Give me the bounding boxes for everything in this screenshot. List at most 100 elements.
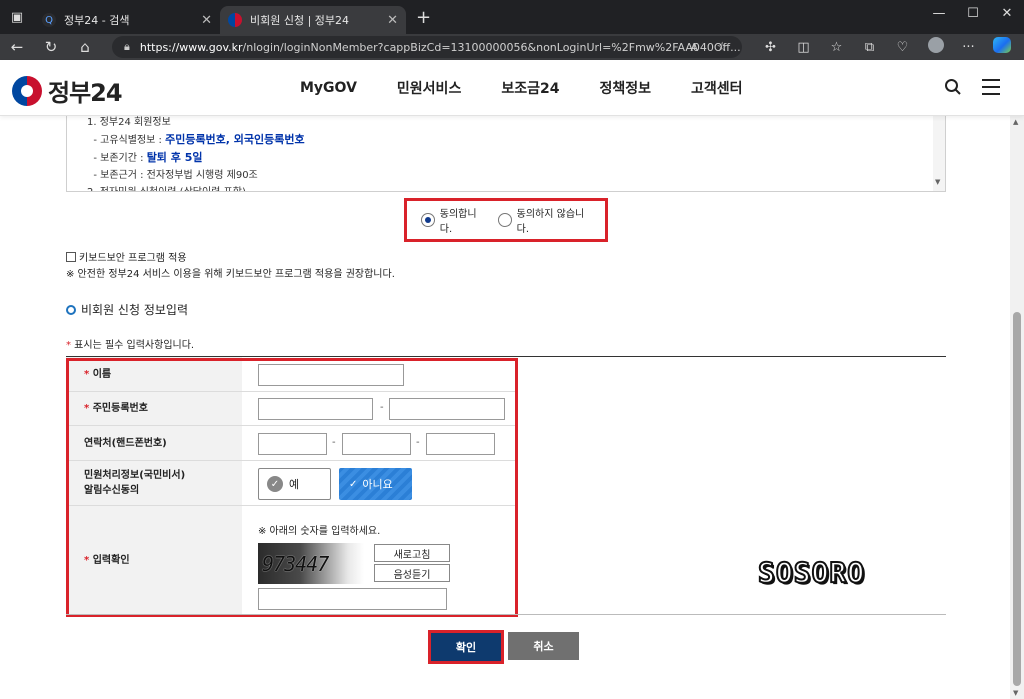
- name-label-text: 이름: [92, 368, 112, 380]
- home-icon[interactable]: ⌂: [68, 38, 102, 56]
- tab-title: 정부24 - 검색: [64, 14, 130, 27]
- nav-mygov[interactable]: MyGOV: [300, 80, 357, 96]
- read-aloud-icon[interactable]: A: [690, 41, 698, 54]
- terms-line: - 보존근거 : 전자정부법 시행령 제90조: [87, 167, 945, 184]
- captcha-cell: ※ 아래의 숫자를 입력하세요. 973447 새로고침 음성듣기: [242, 506, 516, 614]
- form-row-rrn: * 주민등록번호 -: [66, 392, 516, 426]
- captcha-digits: 973447: [262, 551, 329, 576]
- scroll-thumb[interactable]: [1013, 312, 1021, 686]
- name-cell: [242, 357, 516, 391]
- agree-label: 동의합니다.: [439, 209, 477, 235]
- tab-search[interactable]: Q 정부24 - 검색 ✕: [34, 6, 220, 34]
- nav-customer-center[interactable]: 고객센터: [691, 78, 743, 98]
- check-icon: ✓: [349, 478, 358, 490]
- browser-essentials-icon[interactable]: ♡: [886, 40, 919, 55]
- terms-line-prefix: - 보존기간 :: [93, 153, 147, 164]
- section-title-text: 비회원 신청 정보입력: [81, 303, 188, 317]
- toolbar-icons: ✣ ◫ ☆ ⧉ ♡ ···: [754, 34, 1018, 60]
- section-title: 비회원 신청 정보입력: [66, 301, 188, 318]
- collections-icon[interactable]: ⧉: [853, 40, 886, 55]
- copilot-icon[interactable]: [985, 37, 1018, 57]
- phone-part3-input[interactable]: [426, 433, 495, 455]
- notify-no-button[interactable]: ✓ 아니요: [339, 468, 412, 500]
- privacy-terms-box[interactable]: 1. 정부24 회원정보 - 고유식별정보 : 주민등록번호, 외국인등록번호 …: [66, 110, 946, 192]
- logo-text: 정부24: [48, 79, 123, 107]
- taegeuk-logo-icon: [12, 75, 42, 106]
- notify-yes-button[interactable]: ✓ 예: [258, 468, 331, 500]
- rrn-label: * 주민등록번호: [66, 392, 242, 425]
- url-host: https://www.gov.kr: [139, 40, 243, 54]
- terms-line: - 고유식별정보 : 주민등록번호, 외국인등록번호: [87, 131, 945, 149]
- new-tab-icon[interactable]: +: [416, 7, 431, 28]
- search-favicon-icon: Q: [42, 13, 56, 27]
- more-options-icon[interactable]: ···: [952, 40, 985, 55]
- close-tab-icon[interactable]: ✕: [387, 13, 398, 28]
- bullet-ring-icon: [66, 304, 76, 315]
- confirm-button[interactable]: 확인: [428, 630, 504, 664]
- terms-scrollbar[interactable]: [933, 111, 945, 191]
- nav-subsidy24[interactable]: 보조금24: [501, 78, 559, 98]
- tab-nonmember[interactable]: 비회원 신청 | 정부24 ✕: [220, 6, 406, 34]
- captcha-input[interactable]: [258, 588, 447, 610]
- form-row-name: * 이름: [66, 357, 516, 392]
- gov24-logo[interactable]: 정부24: [12, 73, 123, 108]
- close-window-icon[interactable]: ✕: [990, 0, 1024, 26]
- url-path: /nlogin/loginNonMember?cappBizCd=1310000…: [242, 40, 741, 54]
- terms-line-text: - 보존근거 : 전자정부법 시행령 제90조: [93, 170, 258, 181]
- maximize-icon[interactable]: ☐: [956, 0, 990, 26]
- terms-line: 1. 정부24 회원정보: [87, 117, 171, 128]
- nav-policy-info[interactable]: 정책정보: [599, 78, 651, 98]
- close-tab-icon[interactable]: ✕: [201, 13, 212, 28]
- name-input[interactable]: [258, 364, 404, 386]
- cancel-button[interactable]: 취소: [508, 632, 579, 660]
- keyboard-security-checkbox[interactable]: [66, 251, 76, 262]
- agree-option[interactable]: 동의합니다.: [421, 205, 488, 235]
- check-icon: ✓: [267, 476, 283, 492]
- extensions-icon[interactable]: ✣: [754, 40, 787, 55]
- refresh-icon[interactable]: ↻: [34, 38, 68, 56]
- phone-cell: - -: [242, 426, 516, 460]
- keyboard-security-option[interactable]: 키보드보안 프로그램 적용: [66, 249, 187, 264]
- phone-dash: -: [332, 437, 336, 448]
- terms-line-prefix: - 고유식별정보 :: [93, 135, 166, 146]
- window-controls: — ☐ ✕: [922, 0, 1024, 26]
- rrn-back-input[interactable]: [389, 398, 505, 420]
- rrn-front-input[interactable]: [258, 398, 373, 420]
- terms-line: - 보존기간 : 탈퇴 후 5일: [87, 149, 945, 167]
- consent-radio-group: 동의합니다. 동의하지 않습니다.: [404, 198, 608, 242]
- notify-cell: ✓ 예 ✓ 아니요: [242, 461, 516, 505]
- scroll-up-icon[interactable]: ▲: [1013, 118, 1018, 126]
- captcha-audio-button[interactable]: 음성듣기: [374, 564, 450, 582]
- rrn-cell: -: [242, 392, 516, 425]
- keyboard-security-note: ※ 안전한 정부24 서비스 이용을 위해 키보드보안 프로그램 적용을 권장합…: [66, 269, 395, 280]
- split-screen-icon[interactable]: ◫: [787, 40, 820, 55]
- back-icon[interactable]: ←: [0, 38, 34, 56]
- phone-dash: -: [416, 437, 420, 448]
- search-icon[interactable]: [944, 78, 962, 101]
- captcha-label: * 입력확인: [66, 506, 242, 614]
- disagree-option[interactable]: 동의하지 않습니다.: [497, 205, 595, 235]
- keyboard-security-label: 키보드보안 프로그램 적용: [79, 253, 187, 264]
- minimize-icon[interactable]: —: [922, 0, 956, 26]
- address-bar[interactable]: 🔒︎ https://www.gov.kr/nlogin/loginNonMem…: [112, 36, 742, 58]
- required-note-text: 표시는 필수 입력사항입니다.: [71, 340, 195, 351]
- phone-part2-input[interactable]: [342, 433, 411, 455]
- phone-part1-input[interactable]: [258, 433, 327, 455]
- scroll-down-icon[interactable]: ▼: [1013, 689, 1018, 697]
- agree-radio[interactable]: [421, 213, 435, 227]
- favorites-icon[interactable]: ☆: [820, 40, 853, 55]
- tab-actions-icon[interactable]: ▣: [0, 0, 34, 34]
- hamburger-menu-icon[interactable]: [982, 79, 1000, 95]
- disagree-label: 동의하지 않습니다.: [516, 209, 585, 235]
- favorite-star-icon[interactable]: ☆: [716, 40, 728, 55]
- lock-icon[interactable]: 🔒︎: [124, 40, 130, 54]
- notify-no-label: 아니요: [362, 478, 393, 491]
- captcha-refresh-button[interactable]: 새로고침: [374, 544, 450, 562]
- page-scrollbar[interactable]: ▲ ▼: [1010, 116, 1024, 699]
- disagree-radio[interactable]: [497, 213, 512, 227]
- browser-tab-bar: ▣ Q 정부24 - 검색 ✕ 비회원 신청 | 정부24 ✕ + — ☐ ✕: [0, 0, 1024, 34]
- nav-civil-service[interactable]: 민원서비스: [397, 78, 461, 98]
- profile-avatar[interactable]: [919, 37, 952, 57]
- site-header: 정부24 MyGOV 민원서비스 보조금24 정책정보 고객센터: [0, 60, 1024, 116]
- captcha-label-text: 입력확인: [92, 554, 130, 566]
